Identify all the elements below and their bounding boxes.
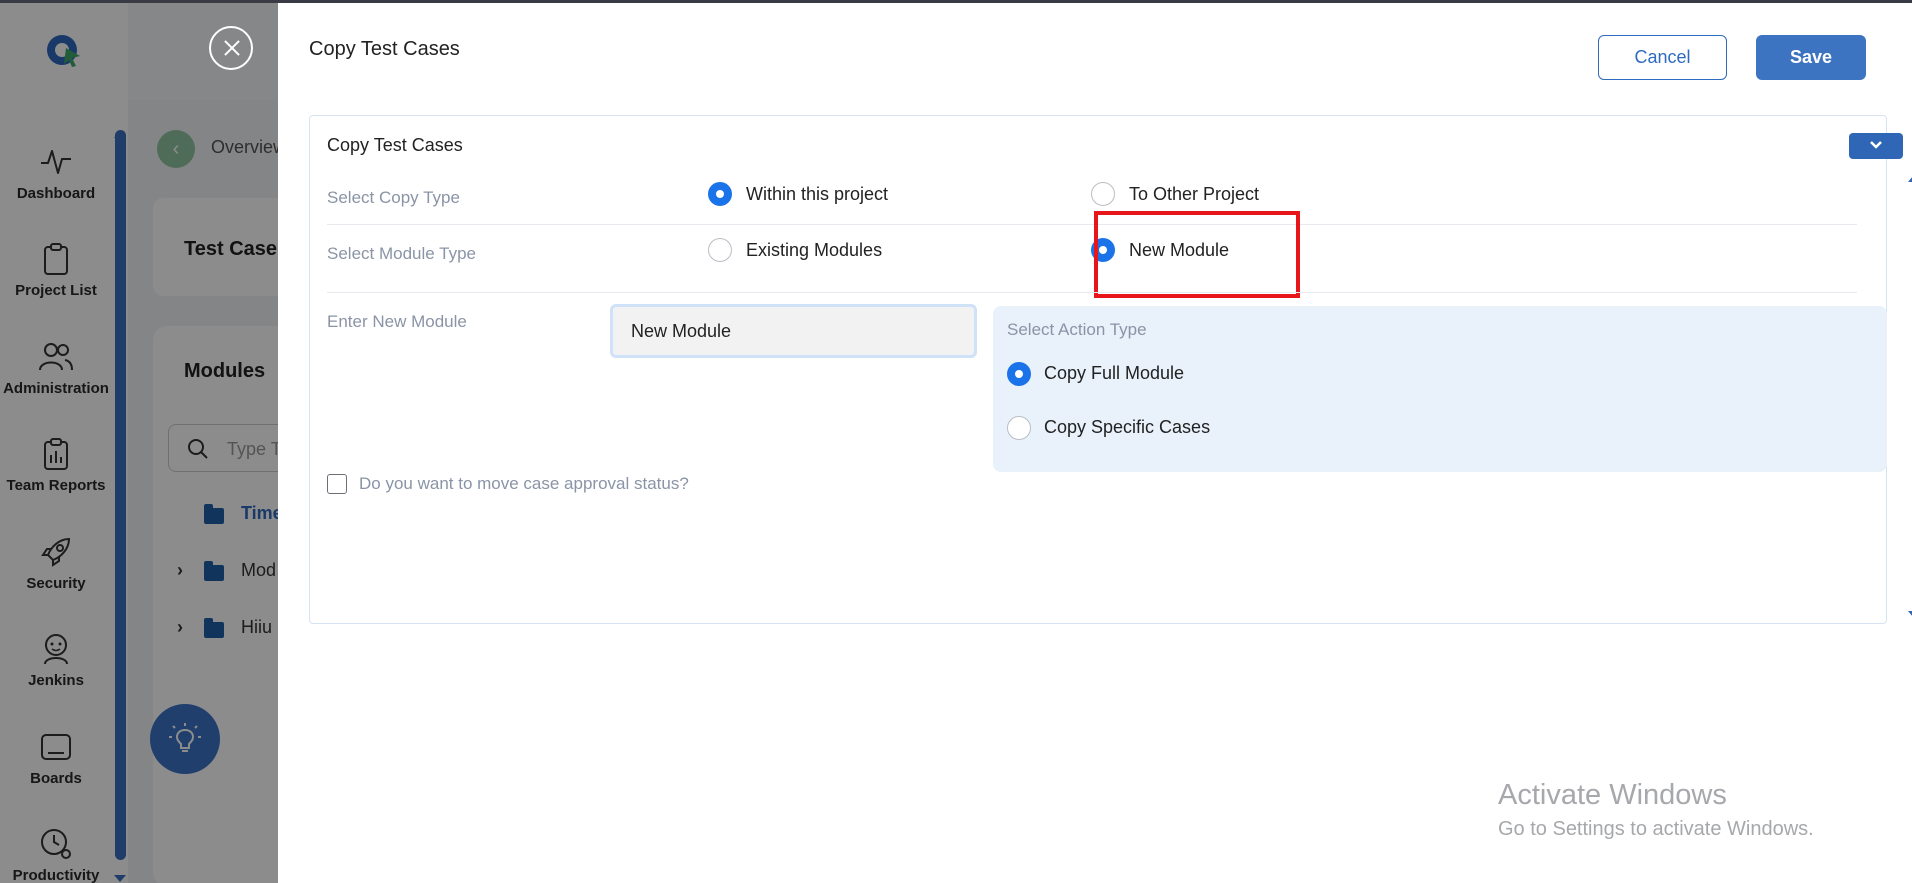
panel-title: Copy Test Cases [327,135,463,155]
copy-test-cases-drawer: Copy Test Cases Cancel Save Copy Test Ca… [278,0,1912,883]
copy-type-label: Select Copy Type [327,188,460,207]
window-top-border [0,0,1912,3]
action-type-box: Select Action Type Copy Full Module Copy… [993,306,1887,472]
cancel-button[interactable]: Cancel [1598,35,1727,80]
highlight-box [1094,211,1300,298]
radio-within-project-label[interactable]: Within this project [746,184,888,205]
radio-existing-modules[interactable] [708,238,732,262]
radio-other-project-label[interactable]: To Other Project [1129,184,1259,205]
chevron-down-icon [1870,141,1882,149]
collapse-button[interactable] [1849,133,1903,159]
module-type-label: Select Module Type [327,244,476,263]
new-module-label: Enter New Module [327,312,467,331]
activate-windows-subtitle: Go to Settings to activate Windows. [1498,818,1814,840]
new-module-input[interactable] [610,304,977,358]
scroll-up-arrow-icon[interactable] [1908,176,1912,182]
action-type-label: Select Action Type [1007,320,1147,339]
copy-panel: Copy Test Cases Select Copy Type Within … [309,115,1912,624]
close-drawer-button[interactable] [209,26,253,70]
radio-copy-specific-cases[interactable] [1007,416,1031,440]
activate-windows-title: Activate Windows [1498,779,1727,811]
approval-status-label[interactable]: Do you want to move case approval status… [359,474,689,494]
approval-status-checkbox[interactable] [327,474,347,494]
divider [327,224,1857,225]
drawer-title: Copy Test Cases [309,38,460,60]
radio-copy-full-module[interactable] [1007,362,1031,386]
radio-copy-full-module-label[interactable]: Copy Full Module [1044,363,1184,384]
radio-copy-specific-cases-label[interactable]: Copy Specific Cases [1044,417,1210,438]
radio-existing-modules-label[interactable]: Existing Modules [746,240,882,261]
save-button[interactable]: Save [1756,35,1866,80]
radio-other-project[interactable] [1091,182,1115,206]
divider [327,292,1857,293]
scroll-down-arrow-icon[interactable] [1908,611,1912,617]
radio-within-project[interactable] [708,182,732,206]
